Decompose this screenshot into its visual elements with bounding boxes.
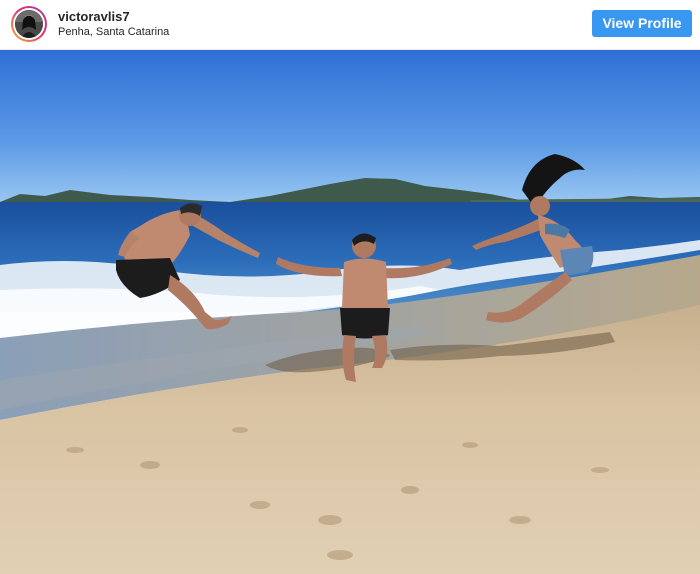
avatar[interactable]: [11, 6, 47, 42]
avatar-image: [15, 10, 43, 38]
post-image: [0, 50, 700, 574]
username[interactable]: victoravlis7: [58, 9, 130, 24]
post-header: victoravlis7 Penha, Santa Catarina View …: [0, 0, 700, 50]
location[interactable]: Penha, Santa Catarina: [58, 26, 169, 38]
view-profile-button[interactable]: View Profile: [592, 10, 692, 37]
instagram-post-card: victoravlis7 Penha, Santa Catarina View …: [0, 0, 700, 574]
avatar-silhouette-icon: [15, 10, 43, 38]
avatar-border: [13, 8, 45, 40]
beach-photo: [0, 50, 700, 574]
